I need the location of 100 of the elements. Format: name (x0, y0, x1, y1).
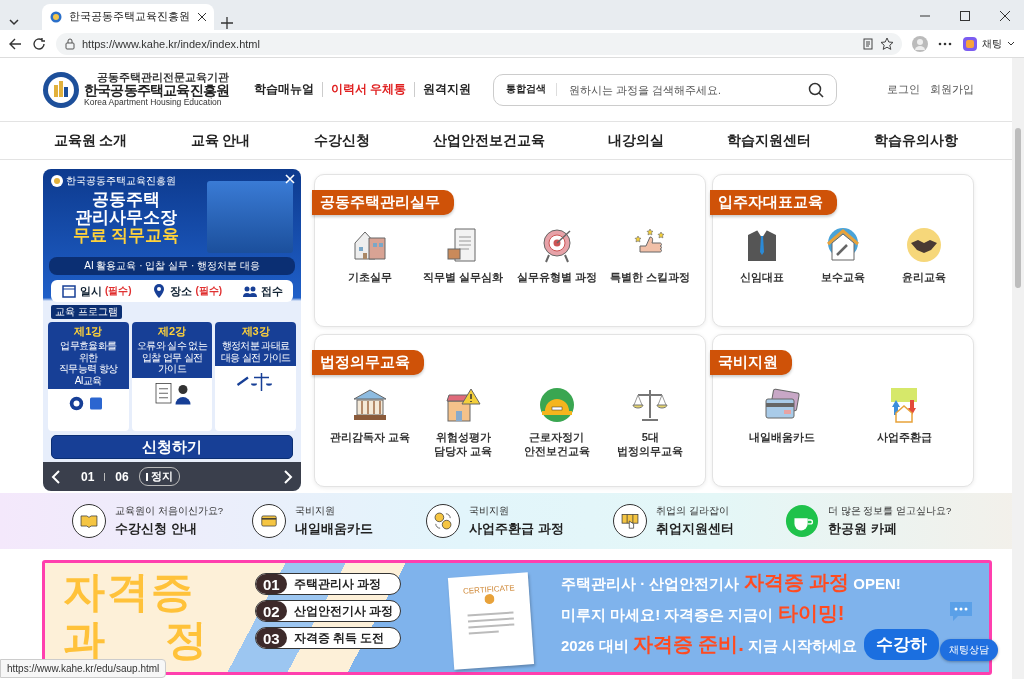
session-title: 제3강 (240, 324, 271, 339)
copilot-label: 채팅 (982, 36, 1002, 51)
session-title: 제1강 (73, 324, 104, 339)
quick-link-caption: 국비지원 (295, 504, 336, 518)
copilot-button[interactable]: 채팅 (962, 35, 1016, 52)
category-link-label: 5대 법정의무교육 (617, 431, 684, 459)
previous-icon[interactable] (51, 469, 61, 484)
category-link-label: 사업주환급 (876, 431, 932, 445)
category-link[interactable]: 사업주환급 (859, 387, 949, 445)
banner-text: 주택관리사 · 산업안전기사 자격증 과정 OPEN! (561, 570, 901, 595)
quick-link-caption: 취업의 길라잡이 (656, 504, 730, 518)
close-icon[interactable] (1000, 11, 1010, 21)
category-title: 입주자대표교육 (710, 190, 837, 215)
popup-tagline: AI 활용교육 · 입찰 실무 · 행정처분 대응 (49, 257, 295, 275)
nav-menu-item[interactable]: 학습지원센터 (727, 131, 812, 150)
quick-link-caption: 교육원이 처음이신가요? (115, 504, 223, 518)
house-wrench-icon (825, 227, 861, 263)
category-link-label: 보수교육 (821, 271, 865, 285)
emblem-logo-icon (51, 175, 63, 187)
reload-icon[interactable] (32, 36, 46, 51)
session-description: 오류와 실수 없는 입찰 업무 실전 가이드 (135, 340, 209, 375)
maximize-icon[interactable] (960, 11, 970, 21)
category-link-label: 신임대표 (739, 271, 784, 285)
category-link[interactable]: 실무유형별 과정 (511, 227, 602, 285)
category-title: 국비지원 (710, 350, 792, 375)
quick-link[interactable]: 교육원이 처음이신가요? 수강신청 안내 (72, 504, 252, 538)
category-link[interactable]: 신임대표 (721, 227, 803, 285)
category-link[interactable]: 5대 법정의무교육 (605, 387, 696, 459)
logo-name: 한국공동주택교육진흥원 (84, 83, 230, 98)
step-number: 01 (256, 574, 287, 594)
apply-button[interactable]: 신청하기 (51, 435, 293, 459)
search-label: 통합검색 (506, 83, 558, 96)
category-link[interactable]: 근로자정기 안전보건교육 (511, 387, 602, 459)
header-link[interactable]: 원격지원 (414, 82, 480, 97)
category-link[interactable]: 보수교육 (802, 227, 884, 285)
next-icon[interactable] (283, 469, 293, 484)
nav-menu-item[interactable]: 내강의실 (607, 131, 664, 150)
quick-link-title: 취업지원센터 (656, 519, 734, 538)
seal-icon (484, 593, 495, 605)
popup-headline: 무료 직무교육 (71, 226, 181, 245)
category-link-label: 직무별 실무심화 (423, 271, 504, 285)
star-icon[interactable] (880, 36, 894, 51)
enroll-button[interactable]: 수강하 (864, 629, 939, 660)
close-icon (285, 174, 295, 184)
account-link[interactable]: 회원가입 (930, 82, 974, 97)
hard-hat-icon (538, 387, 575, 423)
scale-icon (632, 387, 669, 423)
search-icon[interactable] (808, 81, 825, 98)
plus-icon[interactable] (220, 16, 234, 30)
search-field[interactable]: 통합검색 원하시는 과정을 검색해주세요. (493, 73, 838, 106)
nav-menu-item[interactable]: 수강신청 (313, 131, 370, 150)
quick-link-title: 사업주환급 과정 (469, 519, 564, 538)
site-favicon-icon (50, 11, 62, 23)
logo-english-name: Korea Apartment Housing Education (84, 97, 222, 107)
nav-menu-item[interactable]: 산업안전보건교육 (432, 131, 545, 150)
category-link[interactable]: 기초실무 (324, 227, 415, 285)
quick-link[interactable]: 더 많은 정보를 얻고싶나요? 한공원 카페 (785, 504, 965, 538)
search-input[interactable]: 원하시는 과정을 검색해주세요. (567, 82, 799, 97)
quick-link[interactable]: 국비지원 내일배움카드 (252, 504, 426, 538)
required-note: (필수) (195, 284, 223, 298)
required-note: (필수) (104, 284, 132, 298)
nav-menu-item[interactable]: 교육 안내 (190, 131, 251, 150)
tab-title: 한국공동주택교육진흥원 (69, 10, 190, 24)
quick-link[interactable]: 취업의 길라잡이 취업지원센터 (613, 504, 785, 538)
category-link[interactable]: 윤리교육 (883, 227, 965, 285)
step-label: 주택관리사 과정 (293, 576, 381, 592)
category-link[interactable]: 내일배움카드 (737, 387, 827, 445)
step-number: 03 (256, 628, 287, 648)
certificate-label: CERTIFICATE (462, 583, 515, 596)
reader-icon[interactable] (862, 37, 874, 50)
nav-menu-item[interactable]: 학습유의사항 (874, 131, 959, 150)
address-bar[interactable]: https://www.kahe.kr/index/index.html (56, 32, 902, 55)
close-button[interactable] (283, 172, 297, 186)
scrollbar[interactable] (1012, 58, 1024, 679)
header-link[interactable]: 이력서 우체통 (322, 82, 415, 97)
nav-menu-item[interactable]: 교육원 소개 (53, 131, 128, 150)
quick-link-caption: 더 많은 정보를 얻고싶나요? (828, 504, 952, 518)
close-icon[interactable] (197, 12, 207, 22)
back-icon[interactable] (8, 36, 22, 51)
account-link[interactable]: 로그인 (887, 82, 920, 97)
chat-consult-button[interactable]: 채팅상담 (940, 639, 998, 661)
category-link-label: 근로자정기 안전보건교육 (523, 431, 590, 459)
program-label: 교육 프로그램 (51, 305, 122, 319)
category-link[interactable]: 위험성평가 담당자 교육 (418, 387, 509, 459)
banner-title: 과 정 (63, 619, 208, 661)
quick-link[interactable]: 국비지원 사업주환급 과정 (426, 504, 613, 538)
step-label: 산업안전기사 과정 (293, 603, 393, 619)
cup-icon (785, 504, 819, 538)
category-link[interactable]: 관리감독자 교육 (324, 387, 415, 459)
category-link[interactable]: 직무별 실무심화 (418, 227, 509, 285)
category-link[interactable]: 특별한 스킬과정 (605, 227, 696, 285)
category-title: 공동주택관리실무 (312, 190, 454, 215)
info-label: 일시 (79, 283, 102, 299)
site-info-icon[interactable] (64, 37, 76, 50)
pause-button[interactable]: 정지 (138, 467, 180, 486)
session-description: 행정처분 과태료 대응 실전 가이드 (219, 340, 292, 363)
session-description: 업무효율화를 위한 직무능력 향상 AI교육 (58, 340, 119, 386)
header-link[interactable]: 학습매뉴얼 (254, 82, 322, 97)
browser-tab[interactable]: 한국공동주택교육진흥원 (42, 4, 214, 30)
url-text: https://www.kahe.kr/index/index.html (82, 37, 261, 50)
